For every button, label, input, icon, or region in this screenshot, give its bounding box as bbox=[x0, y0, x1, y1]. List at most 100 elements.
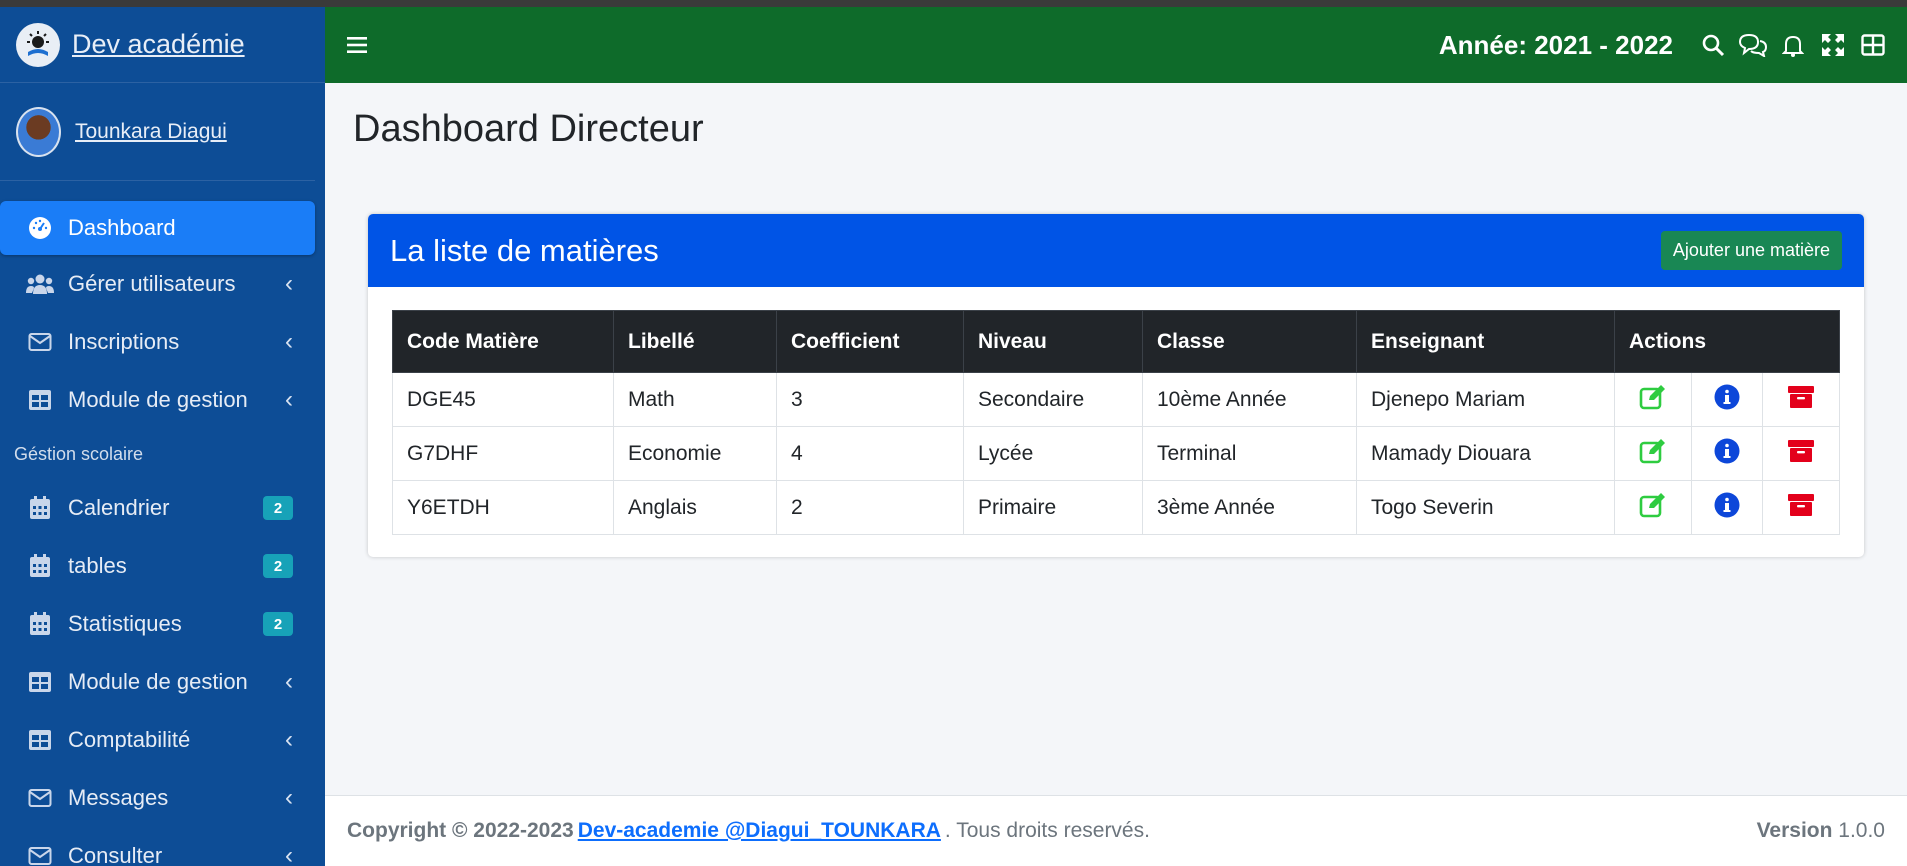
menu-toggle-icon[interactable] bbox=[337, 25, 377, 65]
info-icon[interactable] bbox=[1714, 492, 1740, 523]
cell-classe: 10ème Année bbox=[1142, 372, 1357, 427]
edit-action-cell bbox=[1614, 480, 1692, 535]
add-subject-button[interactable]: Ajouter une matière bbox=[1660, 231, 1842, 270]
chevron-left-icon: ‹ bbox=[285, 668, 293, 695]
table-row: DGE45 Math 3 Secondaire 10ème Année Djen… bbox=[392, 372, 1840, 427]
edit-icon[interactable] bbox=[1639, 384, 1667, 415]
avatar bbox=[16, 106, 61, 157]
user-panel[interactable]: Tounkara Diagui bbox=[0, 83, 315, 181]
user-name-link[interactable]: Tounkara Diagui bbox=[75, 120, 227, 144]
sidebar-nav: Dashboard Gérer utilisateurs ‹ Inscripti… bbox=[0, 201, 325, 866]
footer: Copyright © 2022-2023 Dev-academie @Diag… bbox=[325, 795, 1907, 866]
cell-enseignant: Mamady Diouara bbox=[1356, 426, 1615, 481]
subjects-card: La liste de matières Ajouter une matière… bbox=[368, 214, 1864, 557]
calendar-icon bbox=[26, 494, 54, 522]
cell-niveau: Lycée bbox=[963, 426, 1143, 481]
sidebar-item-label: Statistiques bbox=[68, 611, 182, 636]
table-icon bbox=[26, 668, 54, 696]
info-action-cell bbox=[1690, 426, 1764, 481]
fullscreen-icon[interactable] bbox=[1813, 25, 1853, 65]
sidebar-item-label: Calendrier bbox=[68, 495, 170, 520]
sidebar-item-label: Consulter bbox=[68, 843, 163, 866]
cell-classe: 3ème Année bbox=[1142, 480, 1357, 535]
chevron-left-icon: ‹ bbox=[285, 784, 293, 811]
brand-logo-icon bbox=[16, 22, 60, 67]
topbar-right: Année: 2021 - 2022 bbox=[1439, 25, 1907, 65]
chevron-left-icon: ‹ bbox=[285, 328, 293, 355]
sidebar-item-statistiques[interactable]: Statistiques 2 bbox=[0, 595, 325, 653]
topbar: Année: 2021 - 2022 bbox=[325, 7, 1907, 83]
version-info: Version 1.0.0 bbox=[1757, 819, 1885, 843]
window-top-strip bbox=[0, 0, 1907, 7]
envelope-icon bbox=[26, 784, 54, 812]
info-action-cell bbox=[1690, 372, 1764, 427]
footer-copyright: Copyright © 2022-2023 bbox=[347, 819, 574, 842]
users-icon bbox=[26, 270, 54, 298]
delete-action-cell bbox=[1762, 480, 1840, 535]
info-icon[interactable] bbox=[1714, 384, 1740, 415]
count-badge: 2 bbox=[263, 496, 293, 520]
chevron-left-icon: ‹ bbox=[285, 386, 293, 413]
brand[interactable]: Dev académie bbox=[0, 7, 325, 83]
cell-code: DGE45 bbox=[392, 372, 614, 427]
count-badge: 2 bbox=[263, 554, 293, 578]
page-title: Dashboard Directeur bbox=[353, 108, 704, 150]
delete-action-cell bbox=[1762, 372, 1840, 427]
count-badge: 2 bbox=[263, 612, 293, 636]
card-title: La liste de matières bbox=[390, 232, 659, 268]
sidebar-item-messages[interactable]: Messages ‹ bbox=[0, 769, 325, 827]
info-icon[interactable] bbox=[1714, 438, 1740, 469]
sidebar-item-dashboard[interactable]: Dashboard bbox=[0, 201, 315, 255]
sidebar-item-module-gestion-2[interactable]: Module de gestion ‹ bbox=[0, 653, 325, 711]
column-header: Libellé bbox=[613, 310, 777, 373]
cell-enseignant: Djenepo Mariam bbox=[1356, 372, 1615, 427]
sidebar-item-tables[interactable]: tables 2 bbox=[0, 537, 325, 595]
archive-delete-icon[interactable] bbox=[1787, 385, 1815, 414]
table-icon bbox=[26, 386, 54, 414]
brand-name[interactable]: Dev académie bbox=[72, 29, 245, 60]
search-icon[interactable] bbox=[1693, 25, 1733, 65]
column-header: Actions bbox=[1614, 310, 1840, 373]
grid-icon[interactable] bbox=[1853, 25, 1893, 65]
cell-libelle: Anglais bbox=[613, 480, 777, 535]
sidebar-item-label: Comptabilité bbox=[68, 727, 191, 752]
cell-code: Y6ETDH bbox=[392, 480, 614, 535]
sidebar-item-calendrier[interactable]: Calendrier 2 bbox=[0, 479, 325, 537]
sidebar-item-inscriptions[interactable]: Inscriptions ‹ bbox=[0, 313, 325, 371]
cell-niveau: Secondaire bbox=[963, 372, 1143, 427]
chat-icon[interactable] bbox=[1733, 25, 1773, 65]
table-header-row: Code Matière Libellé Coefficient Niveau … bbox=[392, 310, 1840, 373]
sidebar-item-users[interactable]: Gérer utilisateurs ‹ bbox=[0, 255, 325, 313]
column-header: Coefficient bbox=[776, 310, 964, 373]
subjects-table: Code Matière Libellé Coefficient Niveau … bbox=[392, 310, 1840, 535]
column-header: Enseignant bbox=[1356, 310, 1615, 373]
archive-delete-icon[interactable] bbox=[1787, 493, 1815, 522]
sidebar-item-module-gestion[interactable]: Module de gestion ‹ bbox=[0, 371, 325, 429]
table-icon bbox=[26, 726, 54, 754]
sidebar: Dev académie Tounkara Diagui Dashboard G… bbox=[0, 7, 325, 866]
edit-icon[interactable] bbox=[1639, 492, 1667, 523]
envelope-icon bbox=[26, 842, 54, 866]
envelope-icon bbox=[26, 328, 54, 356]
column-header: Classe bbox=[1142, 310, 1357, 373]
sidebar-item-label: Dashboard bbox=[68, 215, 176, 240]
cell-coefficient: 4 bbox=[776, 426, 964, 481]
bell-icon[interactable] bbox=[1773, 25, 1813, 65]
version-number: 1.0.0 bbox=[1838, 819, 1885, 842]
delete-action-cell bbox=[1762, 426, 1840, 481]
sidebar-item-label: Gérer utilisateurs bbox=[68, 271, 236, 296]
chevron-left-icon: ‹ bbox=[285, 842, 293, 866]
chevron-left-icon: ‹ bbox=[285, 726, 293, 753]
sidebar-item-consulter[interactable]: Consulter ‹ bbox=[0, 827, 325, 866]
footer-link[interactable]: Dev-academie @Diagui_TOUNKARA bbox=[578, 819, 941, 843]
calendar-icon bbox=[26, 552, 54, 580]
cell-classe: Terminal bbox=[1142, 426, 1357, 481]
table-row: Y6ETDH Anglais 2 Primaire 3ème Année Tog… bbox=[392, 480, 1840, 535]
archive-delete-icon[interactable] bbox=[1787, 439, 1815, 468]
version-label: Version bbox=[1756, 819, 1833, 842]
edit-action-cell bbox=[1614, 426, 1692, 481]
cell-code: G7DHF bbox=[392, 426, 614, 481]
edit-icon[interactable] bbox=[1639, 438, 1667, 469]
sidebar-item-comptabilite[interactable]: Comptabilité ‹ bbox=[0, 711, 325, 769]
sidebar-item-label: tables bbox=[68, 553, 127, 578]
